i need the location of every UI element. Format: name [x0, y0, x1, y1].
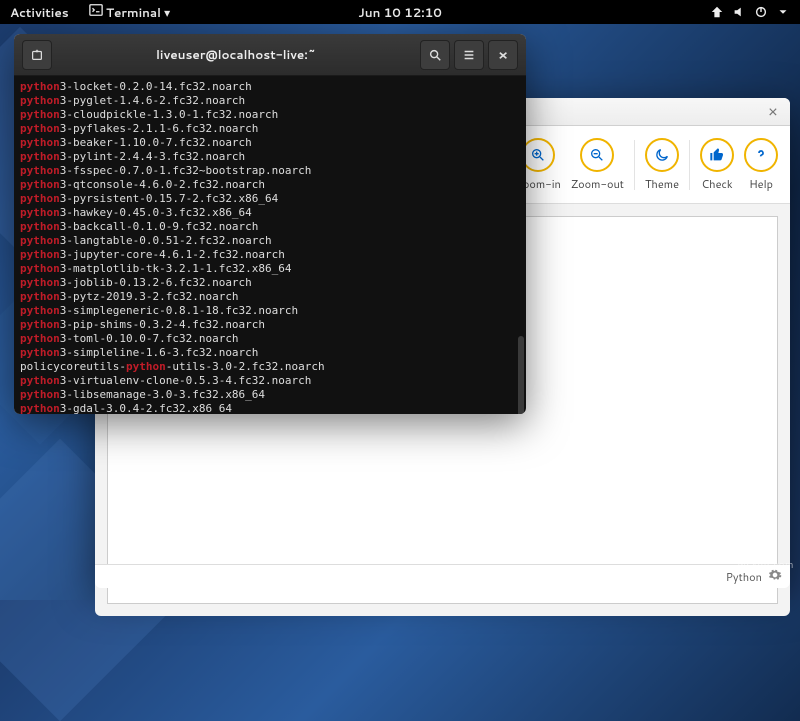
zoom-in-icon [521, 138, 555, 172]
reader-close-button[interactable]: × [762, 101, 784, 123]
new-tab-button[interactable] [22, 40, 52, 70]
terminal-window: liveuser@localhost-live:~ × python3-lock… [14, 34, 526, 414]
help-label: Help [749, 176, 773, 192]
terminal-line: python3-pyglet-1.4.6-2.fc32.noarch [20, 94, 520, 108]
terminal-line: policycoreutils-python-utils-3.0-2.fc32.… [20, 360, 520, 374]
terminal-line: python3-cloudpickle-1.3.0-1.fc32.noarch [20, 108, 520, 122]
terminal-line: python3-toml-0.10.0-7.fc32.noarch [20, 332, 520, 346]
thumbs-up-icon [700, 138, 734, 172]
question-icon [744, 138, 778, 172]
terminal-line: python3-beaker-1.10.0-7.fc32.noarch [20, 136, 520, 150]
terminal-line: python3-gdal-3.0.4-2.fc32.x86_64 [20, 402, 520, 414]
zoom-out-label: Zoom-out [571, 176, 624, 192]
hamburger-menu-button[interactable] [454, 40, 484, 70]
reader-statusbar: Python [95, 564, 790, 588]
power-icon[interactable] [754, 5, 768, 19]
terminal-icon [89, 3, 103, 17]
check-button[interactable]: Check [700, 138, 734, 192]
check-label: Check [701, 176, 732, 192]
terminal-line: python3-simpleline-1.6-3.fc32.noarch [20, 346, 520, 360]
terminal-line: python3-locket-0.2.0-14.fc32.noarch [20, 80, 520, 94]
terminal-line: python3-pyrsistent-0.15.7-2.fc32.x86_64 [20, 192, 520, 206]
scrollbar-thumb[interactable] [518, 336, 524, 414]
zoom-out-icon [580, 138, 614, 172]
terminal-line: python3-langtable-0.0.51-2.fc32.noarch [20, 234, 520, 248]
terminal-line: python3-virtualenv-clone-0.5.3-4.fc32.no… [20, 374, 520, 388]
terminal-headerbar[interactable]: liveuser@localhost-live:~ × [14, 34, 526, 76]
terminal-line: python3-qtconsole-4.6.0-2.fc32.noarch [20, 178, 520, 192]
app-menu[interactable]: Terminal ▾ [79, 3, 181, 21]
search-button[interactable] [420, 40, 450, 70]
volume-icon[interactable] [732, 5, 746, 19]
terminal-line: python3-libsemanage-3.0-3.fc32.x86_64 [20, 388, 520, 402]
watermark: wsxdn.com [738, 558, 794, 572]
toolbar-separator [634, 140, 635, 190]
terminal-line: python3-pylint-2.4.4-3.fc32.noarch [20, 150, 520, 164]
terminal-line: python3-pip-shims-0.3.2-4.fc32.noarch [20, 318, 520, 332]
help-button[interactable]: Help [744, 138, 778, 192]
toolbar-separator [689, 140, 690, 190]
terminal-output[interactable]: python3-locket-0.2.0-14.fc32.noarchpytho… [14, 76, 526, 414]
terminal-line: python3-backcall-0.1.0-9.fc32.noarch [20, 220, 520, 234]
moon-icon [645, 138, 679, 172]
terminal-line: python3-pyflakes-2.1.1-6.fc32.noarch [20, 122, 520, 136]
terminal-line: python3-fsspec-0.7.0-1.fc32~bootstrap.no… [20, 164, 520, 178]
activities-button[interactable]: Activities [0, 4, 79, 21]
theme-label: Theme [645, 176, 679, 192]
chevron-down-icon[interactable] [776, 5, 790, 19]
app-menu-label: Terminal ▾ [106, 4, 170, 21]
terminal-line: python3-matplotlib-tk-3.2.1-1.fc32.x86_6… [20, 262, 520, 276]
terminal-line: python3-hawkey-0.45.0-3.fc32.x86_64 [20, 206, 520, 220]
theme-button[interactable]: Theme [645, 138, 679, 192]
terminal-line: python3-simplegeneric-0.8.1-18.fc32.noar… [20, 304, 520, 318]
gnome-topbar: Activities Terminal ▾ Jun 10 12:10 [0, 0, 800, 24]
clock[interactable]: Jun 10 12:10 [348, 4, 452, 21]
terminal-line: python3-pytz-2019.3-2.fc32.noarch [20, 290, 520, 304]
terminal-line: python3-joblib-0.13.2-6.fc32.noarch [20, 276, 520, 290]
terminal-title: liveuser@localhost-live:~ [54, 46, 418, 63]
zoom-out-button[interactable]: Zoom-out [571, 138, 624, 192]
close-button[interactable]: × [488, 40, 518, 70]
network-icon[interactable] [710, 5, 724, 19]
terminal-line: python3-jupyter-core-4.6.1-2.fc32.noarch [20, 248, 520, 262]
